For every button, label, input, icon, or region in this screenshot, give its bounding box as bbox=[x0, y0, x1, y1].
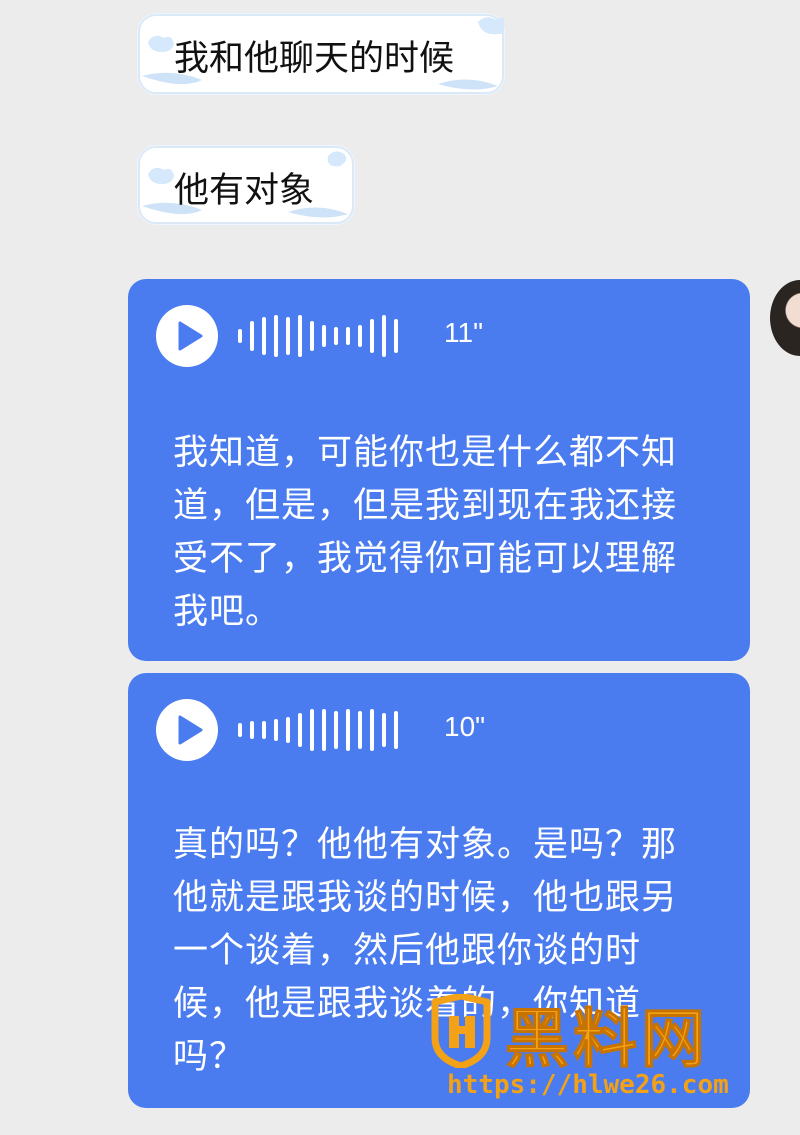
message-text: 我和他聊天的时候 bbox=[174, 39, 455, 79]
play-button[interactable] bbox=[156, 699, 218, 761]
voice-duration: 10" bbox=[444, 711, 486, 742]
message-bubble-left[interactable]: 他有对象 bbox=[138, 146, 354, 224]
waveform-icon bbox=[238, 707, 408, 753]
avatar[interactable] bbox=[770, 280, 800, 356]
watermark-url: https://hlwe26.com bbox=[447, 1070, 729, 1100]
voice-duration: 11" bbox=[444, 317, 484, 348]
voice-transcript: 我知道，可能你也是什么都不知道，但是，但是我到现在我还接受不了，我觉得你可能可以… bbox=[173, 433, 678, 632]
watermark-logo-icon bbox=[431, 994, 491, 1068]
waveform-icon bbox=[238, 313, 408, 359]
play-icon bbox=[178, 321, 203, 351]
play-icon bbox=[178, 715, 203, 745]
message-text: 他有对象 bbox=[174, 171, 315, 211]
watermark-title: 黑料网 bbox=[505, 1003, 709, 1078]
voice-message-bubble[interactable]: 11" 我知道，可能你也是什么都不知道，但是，但是我到现在我还接受不了，我觉得你… bbox=[128, 279, 750, 661]
watermark: 黑料网 https://hlwe26.com bbox=[425, 988, 785, 1108]
message-bubble-left[interactable]: 我和他聊天的时候 bbox=[138, 14, 504, 94]
play-button[interactable] bbox=[156, 305, 218, 367]
